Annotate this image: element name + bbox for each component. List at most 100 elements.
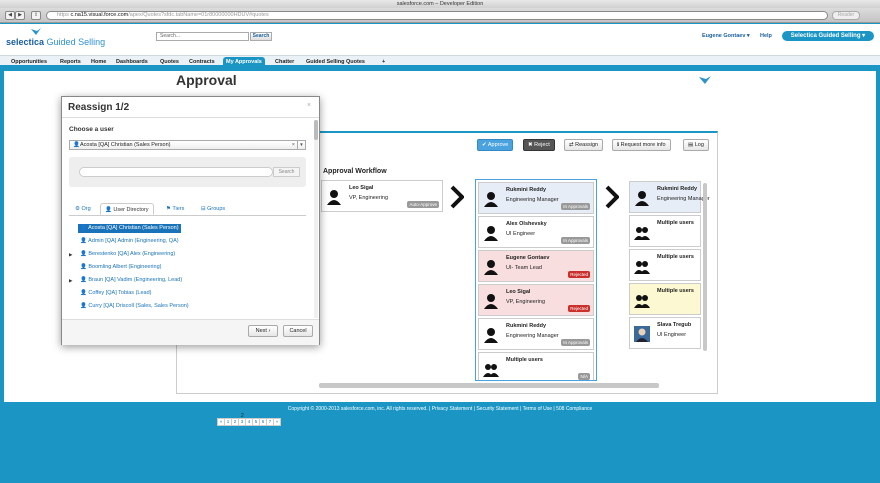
scrollbar-thumb[interactable] bbox=[314, 120, 318, 140]
document-icon: ▤ bbox=[688, 142, 694, 148]
workflow-step-column: Rukmini Reddy Engineering Manager In App… bbox=[475, 179, 597, 381]
status-badge: Auto-Approve bbox=[407, 201, 439, 208]
url-host: c.na15.visual.force.com bbox=[70, 12, 129, 18]
status-badge: N/A bbox=[578, 373, 590, 380]
user-search-button[interactable]: Search bbox=[273, 167, 300, 177]
approver-name: Leo Sigal bbox=[349, 185, 374, 191]
url-prefix: https bbox=[57, 12, 69, 18]
status-badge: In Approvals bbox=[561, 203, 590, 210]
user-menu[interactable]: Eugene Gontaev ▾ bbox=[702, 33, 750, 39]
approve-button[interactable]: ✔ Approve bbox=[477, 139, 514, 151]
approver-role: UI Engineer bbox=[506, 231, 536, 237]
close-icon: ✖ bbox=[528, 142, 533, 148]
add-tab-button[interactable]: + bbox=[379, 57, 388, 67]
choose-user-label: Choose a user bbox=[69, 126, 114, 133]
global-search-button[interactable]: Search bbox=[250, 32, 272, 41]
user-avatar-icon bbox=[484, 260, 498, 275]
horizontal-scrollbar[interactable] bbox=[319, 383, 659, 388]
privacy-link[interactable]: Privacy Statement bbox=[432, 406, 473, 412]
main-tab-bar: Opportunities Reports Home Dashboards Qu… bbox=[0, 56, 880, 68]
forward-button[interactable]: ▶ bbox=[15, 11, 25, 20]
copyright-text: Copyright © 2000-2013 salesforce.com, in… bbox=[287, 406, 428, 412]
user-search-input[interactable] bbox=[79, 167, 273, 177]
reassign-dialog: Reassign 1/2 × Choose a user 👤 Acosta [Q… bbox=[61, 96, 320, 345]
next-button[interactable]: Next › bbox=[248, 325, 278, 337]
app-switcher-label: Selectica Guided Selling bbox=[790, 33, 861, 39]
address-bar[interactable]: https c.na15.visual.force.com/apex/Quote… bbox=[46, 11, 828, 20]
user-avatar-icon bbox=[484, 226, 498, 241]
workflow-card[interactable]: Eugene Gontaev UI- Team Lead Rejected bbox=[478, 250, 594, 282]
request-info-button[interactable]: ℹ Request more info bbox=[612, 139, 671, 151]
chevron-down-icon[interactable]: ▼ bbox=[297, 141, 305, 149]
approver-role: UI- Team Lead bbox=[506, 265, 542, 271]
cancel-button[interactable]: Cancel bbox=[283, 325, 313, 337]
app-switcher-button[interactable]: Selectica Guided Selling ▾ bbox=[782, 31, 874, 41]
terms-link[interactable]: Terms of Use bbox=[523, 406, 552, 412]
user-select[interactable]: 👤 Acosta [QA] Christian (Sales Person) ×… bbox=[69, 140, 306, 150]
workflow-card[interactable]: Leo Sigal VP, Engineering Rejected bbox=[478, 284, 594, 316]
tab-tiers[interactable]: ⚑ Tiers bbox=[162, 203, 188, 215]
status-badge: In Approvals bbox=[561, 237, 590, 244]
workflow-card[interactable]: Rukmini Reddy Engineering Manager bbox=[629, 181, 710, 213]
tab-contracts[interactable]: Contracts bbox=[186, 57, 218, 67]
vertical-scrollbar[interactable] bbox=[703, 183, 707, 351]
clear-icon[interactable]: × bbox=[292, 141, 295, 149]
approver-role: VP, Engineering bbox=[506, 299, 546, 305]
share-button[interactable]: ⇪ bbox=[31, 11, 41, 20]
close-icon[interactable]: × bbox=[307, 102, 311, 109]
back-button[interactable]: ◀ bbox=[5, 11, 15, 20]
workflow-card[interactable]: Rukmini Reddy Engineering Manager In App… bbox=[478, 182, 594, 214]
tab-user-directory[interactable]: 👤 User Directory bbox=[100, 203, 154, 215]
tab-reports[interactable]: Reports bbox=[57, 57, 84, 67]
gear-icon: ⚙ bbox=[75, 206, 80, 212]
page-next[interactable]: » bbox=[273, 418, 281, 426]
user-avatar-icon bbox=[484, 294, 498, 309]
flag-icon: ⚑ bbox=[166, 206, 171, 212]
selected-user: Acosta [QA] Christian (Sales Person) bbox=[80, 142, 171, 148]
logo-brand: selectica bbox=[6, 37, 45, 47]
chevron-right-icon bbox=[605, 185, 619, 209]
tree-item-label: 👤 Admin [QA] Admin (Engineering, QA) bbox=[80, 238, 179, 244]
approver-name: Rukmini Reddy bbox=[506, 187, 547, 193]
log-button[interactable]: ▤ Log bbox=[683, 139, 709, 151]
approver-name: Alex Olshevsky bbox=[506, 221, 547, 227]
workflow-card[interactable]: Multiple users bbox=[629, 215, 701, 247]
workflow-card[interactable]: Multiple users N/A bbox=[478, 352, 594, 380]
approver-name: Multiple users bbox=[506, 357, 543, 363]
tab-guided-selling-quotes[interactable]: Guided Selling Quotes bbox=[303, 57, 368, 67]
compliance-link[interactable]: 508 Compliance bbox=[556, 406, 592, 412]
tab-groups[interactable]: ⊟ Groups bbox=[197, 203, 229, 215]
pagination: «1 2 3 4 5 6 7» bbox=[217, 418, 281, 426]
reject-label: Reject bbox=[534, 142, 550, 148]
tree-item-label: 👤 Berestenko [QA] Alex (Engineering) bbox=[80, 251, 176, 257]
workflow-card[interactable]: Slava Tregub UI Engineer bbox=[629, 317, 701, 349]
workflow-card[interactable]: Multiple users bbox=[629, 283, 701, 315]
tab-label: Groups bbox=[207, 206, 226, 212]
tab-dashboards[interactable]: Dashboards bbox=[113, 57, 151, 67]
security-link[interactable]: Security Statement bbox=[476, 406, 518, 412]
workflow-card[interactable]: Alex Olshevsky UI Engineer In Approvals bbox=[478, 216, 594, 248]
reject-button[interactable]: ✖ Reject bbox=[523, 139, 555, 151]
users-group-icon bbox=[634, 227, 650, 240]
expand-arrow-icon[interactable]: ▶ bbox=[69, 276, 72, 285]
dialog-scrollbar[interactable] bbox=[314, 120, 318, 318]
user-avatar-icon bbox=[484, 328, 498, 343]
reader-button[interactable]: Reader bbox=[832, 11, 860, 20]
tab-org[interactable]: ⚙ Org bbox=[71, 203, 95, 215]
tab-quotes[interactable]: Quotes bbox=[157, 57, 182, 67]
group-icon: ⊟ bbox=[201, 206, 206, 212]
tab-home[interactable]: Home bbox=[88, 57, 109, 67]
help-link[interactable]: Help bbox=[760, 33, 772, 39]
status-badge: Rejected bbox=[568, 305, 590, 312]
workflow-card[interactable]: Rukmini Reddy Engineering Manager In App… bbox=[478, 318, 594, 350]
tab-opportunities[interactable]: Opportunities bbox=[8, 57, 50, 67]
workflow-card[interactable]: Leo Sigal VP, Engineering Auto-Approve bbox=[321, 180, 443, 212]
workflow-card[interactable]: Multiple users bbox=[629, 249, 701, 281]
tab-divider bbox=[69, 215, 306, 216]
reassign-button[interactable]: ⇄ Reassign bbox=[564, 139, 604, 151]
expand-arrow-icon[interactable]: ▶ bbox=[69, 250, 72, 259]
reassign-label: Reassign bbox=[575, 142, 599, 148]
global-search-input[interactable]: Search... bbox=[156, 32, 249, 41]
tab-chatter[interactable]: Chatter bbox=[272, 57, 297, 67]
tab-my-approvals[interactable]: My Approvals bbox=[223, 57, 265, 67]
